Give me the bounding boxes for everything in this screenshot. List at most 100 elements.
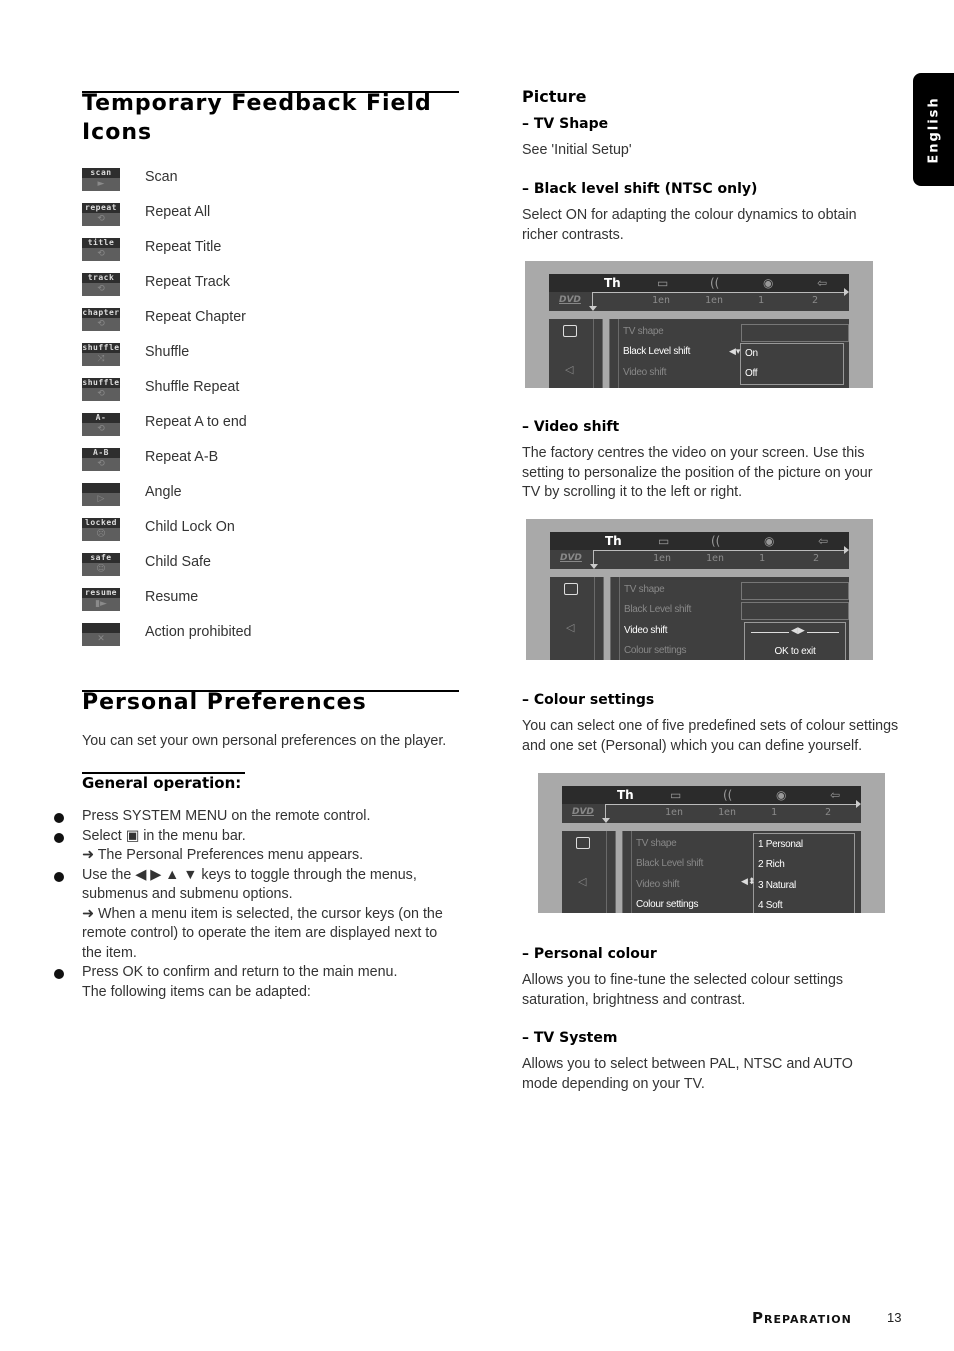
feedback-icon: title ⟲ <box>82 238 120 261</box>
osd-menu-item[interactable]: Black Level shift <box>624 604 691 615</box>
osd-option[interactable]: On <box>745 348 758 359</box>
arrow-right-icon <box>856 800 861 808</box>
osd-menu-value: 1en <box>706 553 725 564</box>
general-operation-heading: General operation: <box>82 774 242 792</box>
angle-icon: ◉ <box>776 788 787 802</box>
osd-menu-bar: Th ▭ ((◉ ⇦ DVD 1en 1en 1 2 <box>562 786 861 823</box>
preferences-icon: Th <box>605 534 622 548</box>
prefs-intro: You can set your own personal preference… <box>82 733 447 749</box>
bullet-icon <box>54 871 64 882</box>
speaker-icon: ◁ <box>578 875 587 888</box>
picture-icon <box>563 325 577 337</box>
instruction-line: Press OK to confirm and return to the ma… <box>82 964 398 980</box>
bullet-icon <box>54 813 64 823</box>
feedback-icon-label: Child Safe <box>145 554 211 570</box>
feedback-icon-label: Repeat A-B <box>145 449 219 465</box>
osd-option[interactable]: 3 Natural <box>758 880 796 891</box>
arrow-down-icon <box>602 818 610 823</box>
osd-menu-item[interactable]: Black Level shift <box>623 346 690 357</box>
osd-option[interactable]: 1 Personal <box>758 839 803 850</box>
prefs-title: Personal Preferences <box>82 690 367 715</box>
osd-option[interactable]: 4 Soft <box>758 900 783 911</box>
osd-option[interactable]: Off <box>745 368 758 379</box>
osd-menu-item[interactable]: Colour settings <box>636 899 699 910</box>
instruction-line: remote control) to operate the item are … <box>82 925 438 941</box>
osd-menu-value: 1en <box>705 295 724 306</box>
angle-icon: ◉ <box>764 534 775 548</box>
osd-icon-row: Th ▭ ((◉ ⇦ <box>550 532 849 550</box>
feedback-icon-glyph: ⟲ <box>97 214 105 224</box>
dvd-logo: DVD <box>572 807 594 817</box>
cursor-updown-icon: ◀⬍ <box>741 877 756 887</box>
feedback-icon-tag: shuffle <box>82 378 120 388</box>
section-text: The factory centres the video on your sc… <box>522 445 865 461</box>
feedback-icon: track ⟲ <box>82 273 120 296</box>
arrow-down-icon <box>590 564 598 569</box>
feedback-icon-label: Repeat A to end <box>145 414 247 430</box>
section-text: and one set (Personal) which you can def… <box>522 737 863 754</box>
feedback-title: Temporary Feedback Field Icons <box>82 91 432 145</box>
feedback-icon-label: Angle <box>145 484 182 500</box>
feedback-icon-tag: title <box>82 238 120 248</box>
feedback-icon: chapter ⟲ <box>82 308 120 331</box>
feedback-icon-tag: repeat <box>82 203 120 213</box>
section-title: – Black level shift (NTSC only) <box>522 181 758 197</box>
instruction-line: submenus and submenu options. <box>82 886 293 902</box>
feedback-icon: shuffle ⟲ <box>82 378 120 401</box>
osd-menu-bar: Th ▭ ((◉ ⇦ DVD 1en 1en 1 2 <box>550 532 849 569</box>
instruction-line: Use the ◀ ▶ ▲ ▼ keys to toggle through t… <box>82 866 417 883</box>
feedback-icon-label: Shuffle <box>145 344 190 360</box>
osd-value-box <box>741 324 849 342</box>
osd-menu-item[interactable]: TV shape <box>623 326 664 337</box>
osd-menu-item[interactable]: Video shift <box>636 879 680 890</box>
ok-to-exit-label: OK to exit <box>774 646 816 657</box>
feedback-icon-label: Repeat All <box>145 204 211 220</box>
osd-menu-item[interactable]: Video shift <box>623 367 667 378</box>
language-tab: English <box>913 73 954 186</box>
osd-menu-item[interactable]: TV shape <box>636 838 677 849</box>
feedback-icon-row: repeat ⟲ Repeat All <box>82 203 382 227</box>
feedback-icon: repeat ⟲ <box>82 203 120 226</box>
feedback-icon-label: Action prohibited <box>145 624 252 640</box>
feedback-icon-glyph: ☺ <box>96 564 106 574</box>
osd-menu-item[interactable]: Video shift <box>624 625 668 636</box>
feedback-icon: ✕ <box>82 623 120 646</box>
feedback-icon-row: resume ▮► Resume <box>82 588 382 612</box>
feedback-icon-label: Resume <box>145 589 199 605</box>
slider-handle[interactable]: ◀▶ <box>789 626 807 636</box>
feedback-icon-glyph: ⟲ <box>97 424 105 434</box>
osd-menu-item[interactable]: TV shape <box>624 584 665 595</box>
osd-side-panel: ◁ <box>550 577 604 660</box>
section-title: – Video shift <box>522 419 620 435</box>
instruction-line: ➜ The Personal Preferences menu appears. <box>82 847 364 863</box>
bullet-icon <box>54 969 64 979</box>
feedback-icon-row: track ⟲ Repeat Track <box>82 273 382 297</box>
audio-icon: (( <box>710 276 720 290</box>
speaker-icon: ◁ <box>565 363 574 376</box>
osd-menu-item[interactable]: Black Level shift <box>636 858 703 869</box>
feedback-icon-row: A- ⟲ Repeat A to end <box>82 413 382 437</box>
section-text: Allows you to fine-tune the selected col… <box>522 972 844 988</box>
osd-option[interactable]: 2 Rich <box>758 859 785 870</box>
feedback-icon-tag: shuffle <box>82 343 120 353</box>
feedback-icon: A-B ⟲ <box>82 448 120 471</box>
feedback-icon-tag: A-B <box>82 448 120 458</box>
feedback-icon: scan ► <box>82 168 120 191</box>
feedback-icon-tag: track <box>82 273 120 283</box>
picture-icon <box>564 583 578 595</box>
exit-icon: ⇦ <box>817 276 828 290</box>
feedback-icon-glyph: ⟲ <box>97 389 105 399</box>
feedback-icon-glyph: ⟲ <box>97 459 105 469</box>
osd-menu-value: 1en <box>652 295 671 306</box>
osd-menu-value: 1 <box>771 807 778 818</box>
osd-side-panel: ◁ <box>549 319 603 388</box>
feedback-icon-row: ✕ Action prohibited <box>82 623 382 647</box>
osd-screenshot-video-shift: Th ▭ ((◉ ⇦ DVD 1en 1en 1 2 ◁ TV shape Black Level s… <box>526 519 873 660</box>
osd-menu-value: 2 <box>813 553 820 564</box>
feedback-icon-label: Shuffle Repeat <box>145 379 240 395</box>
feedback-icon-tag: A- <box>82 413 120 423</box>
section-text: You can select one of five predefined se… <box>522 718 899 734</box>
osd-menu-item[interactable]: Colour settings <box>624 645 687 656</box>
osd-main-panel: TV shape Black Level shift Video shift Colo… <box>610 577 849 660</box>
feedback-icon-glyph: ⟲ <box>97 284 105 294</box>
